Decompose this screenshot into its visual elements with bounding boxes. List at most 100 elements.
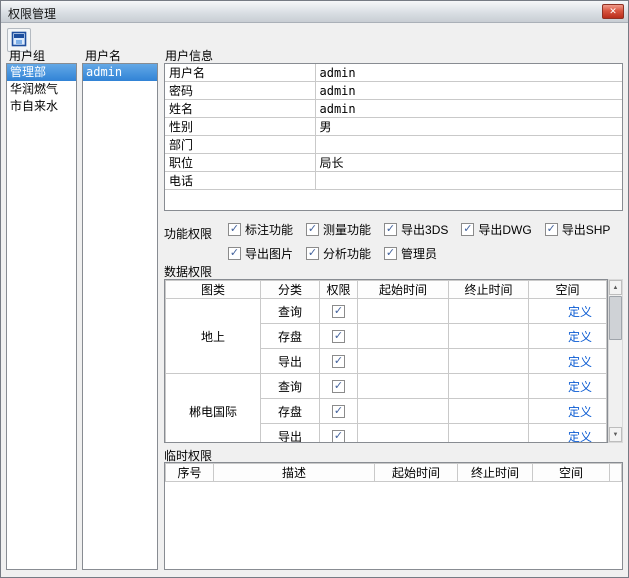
function-permission-checkbox[interactable]: ✓ <box>228 247 241 260</box>
info-field-label: 性别 <box>165 118 315 136</box>
define-link[interactable]: 定义 <box>568 330 592 344</box>
column-header: 序号 <box>166 464 214 482</box>
start-time-cell[interactable] <box>358 399 449 424</box>
function-permission-checkbox[interactable]: ✓ <box>461 223 474 236</box>
function-permission-checkbox[interactable]: ✓ <box>384 247 397 260</box>
data-permissions-scrollbar[interactable]: ▲ ▼ <box>608 279 623 443</box>
info-field-value[interactable]: 男 <box>315 118 622 136</box>
scroll-thumb[interactable] <box>609 296 622 340</box>
category-cell: 查询 <box>261 374 320 399</box>
user-info-panel: 用户名admin密码admin姓名admin性别男部门职位局长电话 <box>164 63 623 211</box>
check-icon: ✓ <box>334 381 343 392</box>
end-time-cell[interactable] <box>449 399 529 424</box>
data-permission-checkbox[interactable]: ✓ <box>332 305 345 318</box>
data-permission-checkbox[interactable]: ✓ <box>332 380 345 393</box>
function-permission: ✓ 分析功能 <box>306 245 371 262</box>
check-icon: ✓ <box>463 224 472 235</box>
check-icon: ✓ <box>308 224 317 235</box>
column-header: 终止时间 <box>449 281 529 299</box>
info-field-value[interactable]: admin <box>315 100 622 118</box>
check-icon: ✓ <box>230 224 239 235</box>
function-permission-label: 标注功能 <box>245 221 293 238</box>
info-field-label: 电话 <box>165 172 315 190</box>
data-permission-checkbox[interactable]: ✓ <box>332 405 345 418</box>
define-link[interactable]: 定义 <box>568 355 592 369</box>
scroll-down-button[interactable]: ▼ <box>609 427 622 442</box>
end-time-cell[interactable] <box>449 424 529 444</box>
column-header: 起始时间 <box>358 281 449 299</box>
function-permission-label: 分析功能 <box>323 245 371 262</box>
function-permission-checkbox[interactable]: ✓ <box>545 223 558 236</box>
info-field-value[interactable] <box>315 136 622 154</box>
function-permission-label: 导出SHP <box>562 221 611 238</box>
end-time-cell[interactable] <box>449 349 529 374</box>
info-field-value[interactable] <box>315 172 622 190</box>
check-icon: ✓ <box>334 306 343 317</box>
function-permission-checkbox[interactable]: ✓ <box>228 223 241 236</box>
data-permission-checkbox[interactable]: ✓ <box>332 355 345 368</box>
column-header: 空间 <box>529 281 607 299</box>
user-name-list[interactable]: admin <box>82 63 158 570</box>
info-field-value[interactable]: admin <box>315 64 622 82</box>
data-permissions-label: 数据权限 <box>164 263 212 280</box>
scroll-up-button[interactable]: ▲ <box>609 280 622 295</box>
start-time-cell[interactable] <box>358 424 449 444</box>
function-permission: ✓ 标注功能 <box>228 221 293 238</box>
check-icon: ✓ <box>334 431 343 442</box>
start-time-cell[interactable] <box>358 374 449 399</box>
info-row: 职位局长 <box>165 154 622 172</box>
user-group-item[interactable]: 管理部 <box>7 64 76 81</box>
end-time-cell[interactable] <box>449 324 529 349</box>
space-cell: 定义 <box>529 324 607 349</box>
permission-cell: ✓ <box>320 299 358 324</box>
info-row: 密码admin <box>165 82 622 100</box>
check-icon: ✓ <box>308 248 317 259</box>
close-icon: ✕ <box>609 6 617 17</box>
check-icon: ✓ <box>230 248 239 259</box>
user-name-item[interactable]: admin <box>83 64 157 81</box>
space-cell: 定义 <box>529 299 607 324</box>
define-link[interactable]: 定义 <box>568 305 592 319</box>
define-link[interactable]: 定义 <box>568 405 592 419</box>
column-header: 描述 <box>214 464 375 482</box>
temp-permissions-header-row: 序号描述起始时间终止时间空间 <box>166 464 622 482</box>
start-time-cell[interactable] <box>358 299 449 324</box>
define-link[interactable]: 定义 <box>568 380 592 394</box>
end-time-cell[interactable] <box>449 299 529 324</box>
column-header: 图类 <box>166 281 261 299</box>
start-time-cell[interactable] <box>358 349 449 374</box>
function-permission-checkbox[interactable]: ✓ <box>306 223 319 236</box>
check-icon: ✓ <box>547 224 556 235</box>
function-permission-checkbox[interactable]: ✓ <box>306 247 319 260</box>
define-link[interactable]: 定义 <box>568 430 592 444</box>
function-permission: ✓测量功能 <box>306 221 371 238</box>
user-group-item[interactable]: 华润燃气 <box>7 81 76 98</box>
permission-cell: ✓ <box>320 374 358 399</box>
function-permission: ✓ 导出DWG <box>461 221 531 238</box>
info-field-value[interactable]: 局长 <box>315 154 622 172</box>
titlebar: 权限管理 ✕ <box>1 1 628 23</box>
check-icon: ✓ <box>334 356 343 367</box>
function-permission-checkbox[interactable]: ✓ <box>384 223 397 236</box>
close-button[interactable]: ✕ <box>602 4 624 19</box>
data-permission-checkbox[interactable]: ✓ <box>332 330 345 343</box>
permission-cell: ✓ <box>320 424 358 444</box>
permission-management-window: 权限管理 ✕ 用户组 用户名 用户信息 管理部华润燃气市自来水 admin 用户… <box>0 0 629 578</box>
function-permission: ✓导出3DS <box>384 221 448 238</box>
user-group-item[interactable]: 市自来水 <box>7 98 76 115</box>
scroll-down-icon: ▼ <box>613 432 619 438</box>
space-cell: 定义 <box>529 349 607 374</box>
user-group-list[interactable]: 管理部华润燃气市自来水 <box>6 63 77 570</box>
data-permission-checkbox[interactable]: ✓ <box>332 430 345 443</box>
start-time-cell[interactable] <box>358 324 449 349</box>
function-permission-label: 导出DWG <box>478 221 531 238</box>
info-field-label: 用户名 <box>165 64 315 82</box>
function-permissions-row-2: ✓导出图片✓分析功能✓管理员 <box>228 245 437 261</box>
info-field-label: 职位 <box>165 154 315 172</box>
info-field-value[interactable]: admin <box>315 82 622 100</box>
user-info-table-body: 用户名admin密码admin姓名admin性别男部门职位局长电话 <box>165 64 622 190</box>
permission-cell: ✓ <box>320 324 358 349</box>
end-time-cell[interactable] <box>449 374 529 399</box>
data-permissions-header-row: 图类分类权限起始时间终止时间空间 <box>166 281 607 299</box>
info-field-label: 部门 <box>165 136 315 154</box>
